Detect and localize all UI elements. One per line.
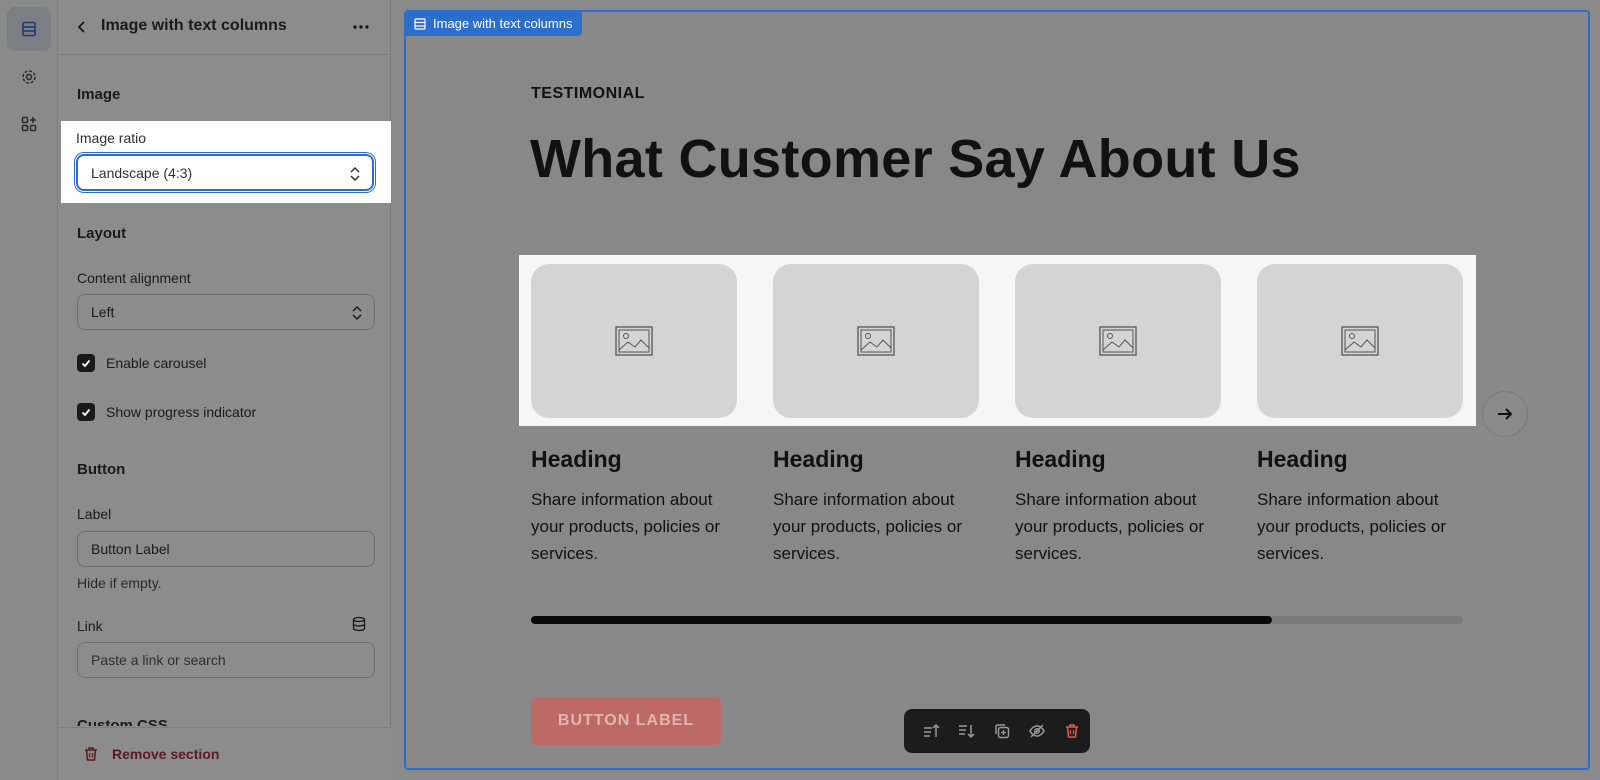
card-text: Share information about your products, p… — [1257, 490, 1446, 563]
link-label: Link — [77, 618, 103, 634]
layout-section-title: Layout — [77, 225, 127, 242]
sections-icon — [22, 21, 36, 37]
panel-footer: Remove section — [58, 727, 391, 780]
remove-section-button[interactable]: Remove section — [112, 746, 219, 762]
database-icon[interactable] — [351, 616, 367, 632]
card-image-placeholder[interactable] — [531, 264, 737, 418]
card-heading: Heading — [531, 446, 622, 472]
rail-apps-button[interactable] — [7, 102, 51, 146]
chevron-updown-icon — [350, 166, 360, 182]
image-placeholder-icon — [615, 326, 653, 356]
image-placeholder-icon — [857, 326, 895, 356]
delete-button[interactable] — [1055, 716, 1090, 746]
hide-button[interactable] — [1019, 716, 1054, 746]
section-tag[interactable]: Image with text columns — [405, 12, 583, 36]
button-label-input[interactable]: Button Label — [77, 531, 375, 567]
settings-panel: Image with text columns Image Layout Con… — [58, 0, 391, 780]
section-tag-label: Image with text columns — [433, 16, 573, 31]
duplicate-icon — [994, 724, 1009, 739]
apps-icon — [21, 116, 37, 132]
checkbox-checked[interactable] — [77, 354, 95, 372]
image-ratio-label: Image ratio — [76, 130, 147, 146]
card-image-placeholder[interactable] — [1257, 264, 1463, 418]
custom-css-section-title: Custom CSS — [77, 717, 168, 726]
image-ratio-field: Image ratio Landscape (4:3) — [61, 121, 393, 203]
image-ratio-select[interactable]: Landscape (4:3) — [76, 154, 374, 191]
image-placeholder-icon — [1099, 326, 1137, 356]
rail-settings-button[interactable] — [7, 55, 51, 99]
move-up-icon — [923, 723, 940, 737]
carousel-progress-bar — [531, 616, 1463, 624]
eyebrow-text: TESTIMONIAL — [531, 85, 645, 102]
show-progress-checkbox[interactable]: Show progress indicator — [77, 402, 256, 422]
chevron-left-icon[interactable] — [72, 17, 92, 37]
carousel-progress-fill — [531, 616, 1272, 624]
card-text: Share information about your products, p… — [1015, 490, 1204, 563]
gear-icon — [22, 70, 36, 84]
image-placeholder-icon — [1341, 326, 1379, 356]
content-alignment-select[interactable]: Left — [77, 294, 375, 330]
card-heading: Heading — [1015, 446, 1106, 472]
rail-sections-button[interactable] — [7, 7, 51, 51]
enable-carousel-checkbox[interactable]: Enable carousel — [77, 353, 206, 373]
card-image-placeholder[interactable] — [1015, 264, 1221, 418]
image-ratio-value: Landscape (4:3) — [91, 165, 193, 181]
move-down-button[interactable] — [948, 716, 983, 746]
sections-icon — [414, 18, 426, 30]
arrow-right-icon — [1498, 408, 1513, 420]
button-label-label: Label — [77, 506, 112, 522]
section-toolbar — [904, 709, 1090, 753]
icon-rail — [0, 0, 58, 780]
check-icon — [81, 359, 91, 368]
content-alignment-label: Content alignment — [77, 270, 191, 286]
button-section-title: Button — [77, 461, 126, 478]
card-heading: Heading — [1257, 446, 1348, 472]
hide-icon — [1029, 724, 1045, 738]
card-text: Share information about your products, p… — [531, 490, 720, 563]
trash-icon — [85, 747, 97, 761]
move-down-icon — [959, 725, 975, 739]
card-text: Share information about your products, p… — [773, 490, 962, 563]
section-button[interactable]: BUTTON LABEL — [531, 697, 721, 745]
move-up-button[interactable] — [913, 716, 948, 746]
show-progress-label: Show progress indicator — [106, 404, 257, 420]
link-input[interactable]: Paste a link or search — [77, 642, 375, 678]
button-label-help: Hide if empty. — [77, 575, 162, 591]
enable-carousel-label: Enable carousel — [106, 355, 207, 371]
chevron-updown-icon — [352, 305, 362, 321]
section-heading: What Customer Say About Us — [530, 129, 1301, 189]
content-alignment-value: Left — [91, 304, 115, 320]
check-icon — [81, 408, 91, 417]
panel-header: Image with text columns — [58, 0, 391, 55]
duplicate-button[interactable] — [984, 716, 1019, 746]
more-icon[interactable] — [350, 17, 372, 37]
checkbox-checked[interactable] — [77, 403, 95, 421]
delete-icon — [1066, 724, 1079, 738]
image-section-title: Image — [77, 86, 121, 103]
carousel-next-button[interactable] — [1482, 391, 1528, 437]
card-heading: Heading — [773, 446, 864, 472]
card-image-placeholder[interactable] — [773, 264, 979, 418]
panel-title: Image with text columns — [101, 17, 287, 34]
